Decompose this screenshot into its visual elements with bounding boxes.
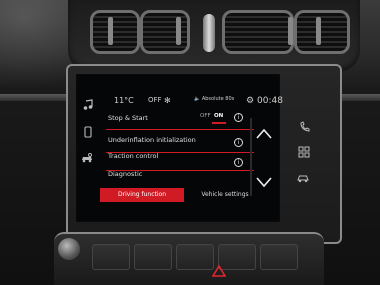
- stop-start-toggle[interactable]: OFF ON: [198, 112, 232, 124]
- scroll-down-icon[interactable]: [253, 174, 275, 190]
- status-bar: 11°C OFF ✻ 🔈 Absolute 80s ⚙ 00:48: [110, 94, 292, 108]
- console-button[interactable]: [260, 244, 298, 270]
- info-icon[interactable]: i: [234, 113, 243, 122]
- toggle-on-label: ON: [214, 113, 224, 119]
- vent-slat-handle[interactable]: [288, 17, 293, 45]
- phone-handset-icon[interactable]: [298, 121, 312, 133]
- list-item-label: Traction control: [108, 152, 159, 160]
- vent-slat-handle[interactable]: [108, 17, 113, 45]
- console-button[interactable]: [92, 244, 130, 270]
- tab-vehicle-settings[interactable]: Vehicle settings: [194, 188, 256, 202]
- toggle-off-label: OFF: [200, 113, 211, 119]
- audio-source-label: Absolute 80s: [201, 96, 235, 102]
- car-icon[interactable]: [296, 172, 310, 184]
- dashboard-trim-left: [0, 94, 66, 101]
- car-settings-icon[interactable]: [80, 152, 94, 164]
- air-vent-right-outer[interactable]: [294, 10, 350, 54]
- dashboard-trim-right: [342, 94, 380, 101]
- volume-knob[interactable]: [58, 238, 80, 260]
- gear-icon[interactable]: ⚙: [246, 96, 254, 106]
- console-button[interactable]: [134, 244, 172, 270]
- list-item-label: Diagnostic: [108, 170, 143, 178]
- clock: 00:48: [257, 96, 283, 106]
- air-vent-right-inner[interactable]: [222, 10, 294, 54]
- fan-icon[interactable]: ✻: [164, 96, 171, 105]
- vent-control-knob[interactable]: [203, 14, 215, 52]
- list-item-stop-start[interactable]: Stop & Start OFF ON i: [106, 108, 254, 128]
- vent-slat-handle[interactable]: [316, 17, 321, 45]
- tab-driving-function[interactable]: Driving function: [100, 188, 184, 202]
- scroll-track: [250, 118, 252, 196]
- toggle-selected-indicator: [212, 122, 226, 124]
- music-note-icon[interactable]: [81, 99, 95, 111]
- phone-icon[interactable]: [81, 126, 95, 138]
- climate-state[interactable]: OFF: [148, 96, 162, 104]
- temperature-readout[interactable]: 11°C: [114, 96, 134, 105]
- hazard-warning-icon[interactable]: [211, 262, 227, 277]
- audio-source[interactable]: 🔈 Absolute 80s: [194, 96, 234, 102]
- grid-apps-icon[interactable]: [297, 146, 311, 158]
- vent-slat-handle[interactable]: [176, 17, 181, 45]
- list-item-diagnostic[interactable]: Diagnostic: [106, 164, 254, 184]
- scroll-up-icon[interactable]: [253, 126, 275, 142]
- console-button[interactable]: [176, 244, 214, 270]
- list-item-traction-control[interactable]: Traction control i: [106, 146, 254, 167]
- list-item-label: Stop & Start: [108, 114, 148, 122]
- air-vent-left-inner[interactable]: [140, 10, 190, 54]
- air-vent-left-outer[interactable]: [90, 10, 140, 54]
